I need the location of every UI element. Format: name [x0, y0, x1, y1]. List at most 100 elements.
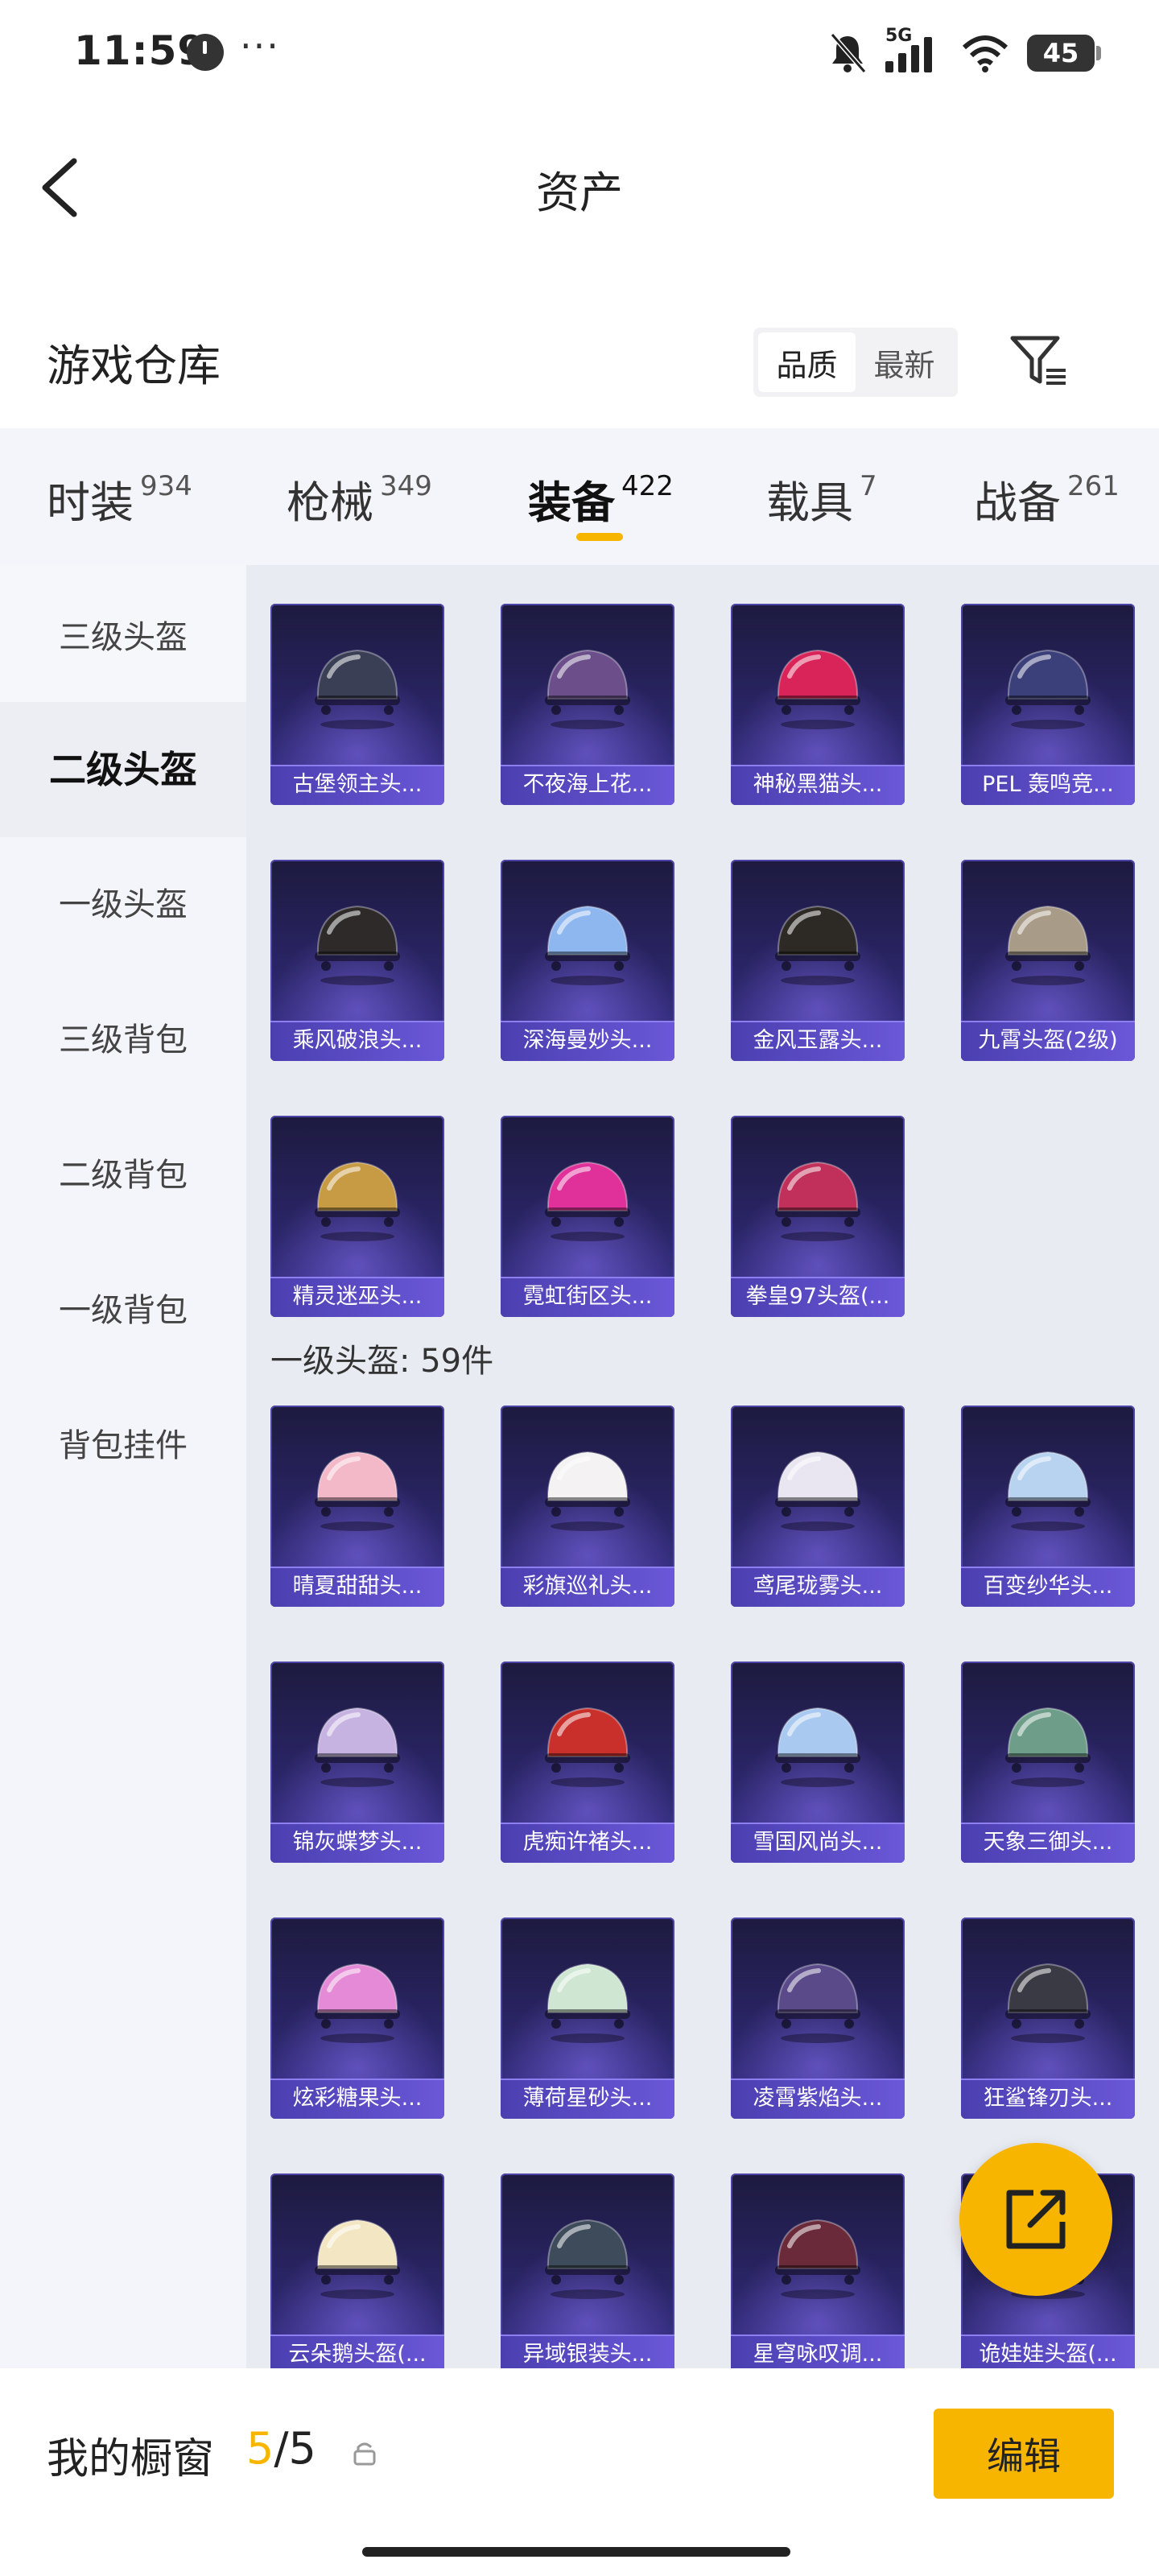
active-tab-indicator [576, 533, 623, 541]
page-title: 资产 [536, 167, 623, 218]
item-name: 狂鲨锋刃头... [961, 2079, 1135, 2119]
sort-quality-button[interactable]: 品质 [758, 332, 856, 392]
item-name: 金风玉露头... [731, 1021, 905, 1061]
sidebar-item-level1-backpack[interactable]: 一级背包 [0, 1286, 246, 1335]
filter-icon[interactable] [1008, 332, 1069, 390]
sort-newest-button[interactable]: 最新 [856, 332, 953, 392]
tab-equipment[interactable]: 装备 422 [528, 467, 674, 530]
helmet-icon [1005, 1707, 1091, 1787]
helmet-icon [315, 1963, 400, 2043]
helmet-icon [1005, 1451, 1091, 1531]
helmet-icon [545, 1707, 630, 1787]
item-card[interactable]: 九霄头盔(2级) [961, 860, 1135, 1061]
item-name: 精灵迷巫头... [270, 1277, 444, 1317]
tab-label: 枪械 [287, 477, 373, 528]
sidebar-item-level3-backpack[interactable]: 三级背包 [0, 1016, 246, 1064]
tab-fashion[interactable]: 时装 934 [47, 467, 192, 530]
helmet-icon [315, 2219, 400, 2299]
item-card[interactable]: 天象三御头... [961, 1662, 1135, 1863]
helmet-icon [1005, 905, 1091, 985]
level1-section-label: 一级头盔: 59件 [270, 1343, 494, 1380]
item-card[interactable]: 薄荷星砂头... [501, 1918, 674, 2119]
edit-button[interactable]: 编辑 [934, 2409, 1114, 2499]
share-button[interactable] [959, 2143, 1112, 2296]
item-name: 异域银装头... [501, 2334, 674, 2368]
helmet-icon [775, 649, 860, 729]
sidebar-item-level2-helmet[interactable]: 二级头盔 [0, 702, 246, 837]
item-name: 炫彩糖果头... [270, 2079, 444, 2119]
clock-icon [187, 34, 224, 71]
item-name: 霓虹街区头... [501, 1277, 674, 1317]
tab-count: 934 [140, 470, 192, 502]
item-name: 彩旗巡礼头... [501, 1567, 674, 1607]
category-tabs: 时装 934 枪械 349 装备 422 载具 7 战备 261 [0, 428, 1159, 565]
status-bar: 11:59 ··· 5G 45 [0, 0, 1159, 105]
item-name: 神秘黑猫头... [731, 765, 905, 805]
item-card[interactable]: 虎痴许褚头... [501, 1662, 674, 1863]
helmet-icon [315, 649, 400, 729]
helmet-icon [1005, 1963, 1091, 2043]
item-grid: 一级头盔: 59件 古堡领主头... 不夜海上花... 神秘黑猫头... PEL 轰鸣… [246, 565, 1159, 2368]
item-name: 凌霄紫焰头... [731, 2079, 905, 2119]
tab-count: 7 [860, 470, 877, 502]
helmet-icon [775, 1161, 860, 1241]
sort-toggle: 品质 最新 [753, 328, 958, 397]
showcase-count: 5/5 [246, 2423, 316, 2474]
helmet-icon [315, 1161, 400, 1241]
tab-count: 349 [380, 470, 432, 502]
item-name: 古堡领主头... [270, 765, 444, 805]
item-name: 虎痴许褚头... [501, 1823, 674, 1863]
item-card[interactable]: 锦灰蝶梦头... [270, 1662, 444, 1863]
showcase-label: 我的橱窗 [47, 2435, 215, 2483]
network-type: 5G [885, 26, 913, 46]
home-indicator [362, 2547, 790, 2557]
item-card[interactable]: 神秘黑猫头... [731, 604, 905, 805]
helmet-icon [545, 1963, 630, 2043]
item-card[interactable]: 彩旗巡礼头... [501, 1406, 674, 1607]
item-card[interactable]: 精灵迷巫头... [270, 1116, 444, 1317]
item-card[interactable]: 凌霄紫焰头... [731, 1918, 905, 2119]
item-card[interactable]: 鸢尾珑雾头... [731, 1406, 905, 1607]
tab-supplies[interactable]: 战备 261 [974, 467, 1120, 530]
item-name: 云朵鹅头盔(... [270, 2334, 444, 2368]
item-card[interactable]: 云朵鹅头盔(... [270, 2174, 444, 2368]
item-card[interactable]: 炫彩糖果头... [270, 1918, 444, 2119]
helmet-icon [545, 1451, 630, 1531]
sidebar-item-level1-helmet[interactable]: 一级头盔 [0, 881, 246, 929]
item-card[interactable]: 狂鲨锋刃头... [961, 1918, 1135, 2119]
item-name: 深海曼妙头... [501, 1021, 674, 1061]
item-card[interactable]: 百变纱华头... [961, 1406, 1135, 1607]
sidebar-item-level2-backpack[interactable]: 二级背包 [0, 1151, 246, 1199]
helmet-icon [545, 1161, 630, 1241]
item-name: 雪国风尚头... [731, 1823, 905, 1863]
helmet-icon [545, 905, 630, 985]
item-card[interactable]: 霓虹街区头... [501, 1116, 674, 1317]
item-name: 鸢尾珑雾头... [731, 1567, 905, 1607]
signal-5g-icon: 5G [885, 26, 943, 76]
battery-icon: 45 [1027, 35, 1101, 72]
item-name: 薄荷星砂头... [501, 2079, 674, 2119]
item-name: 星穹咏叹调... [731, 2334, 905, 2368]
item-card[interactable]: 不夜海上花... [501, 604, 674, 805]
item-name: 九霄头盔(2级) [961, 1021, 1135, 1061]
tab-label: 载具 [766, 477, 853, 528]
item-card[interactable]: 异域银装头... [501, 2174, 674, 2368]
tab-weapons[interactable]: 枪械 349 [287, 467, 432, 530]
item-card[interactable]: 雪国风尚头... [731, 1662, 905, 1863]
item-card[interactable]: 金风玉露头... [731, 860, 905, 1061]
item-card[interactable]: 深海曼妙头... [501, 860, 674, 1061]
item-card[interactable]: PEL 轰鸣竞... [961, 604, 1135, 805]
item-card[interactable]: 星穹咏叹调... [731, 2174, 905, 2368]
item-name: 锦灰蝶梦头... [270, 1823, 444, 1863]
item-card[interactable]: 拳皇97头盔(... [731, 1116, 905, 1317]
sidebar-item-backpack-pendant[interactable]: 背包挂件 [0, 1422, 246, 1470]
helmet-icon [775, 1963, 860, 2043]
showcase-current: 5 [246, 2423, 274, 2474]
tab-vehicles[interactable]: 载具 7 [766, 467, 877, 530]
item-name: 天象三御头... [961, 1823, 1135, 1863]
item-card[interactable]: 晴夏甜甜头... [270, 1406, 444, 1607]
item-card[interactable]: 乘风破浪头... [270, 860, 444, 1061]
item-card[interactable]: 古堡领主头... [270, 604, 444, 805]
tab-label: 时装 [47, 477, 134, 528]
sidebar-item-level3-helmet[interactable]: 三级头盔 [0, 613, 246, 662]
